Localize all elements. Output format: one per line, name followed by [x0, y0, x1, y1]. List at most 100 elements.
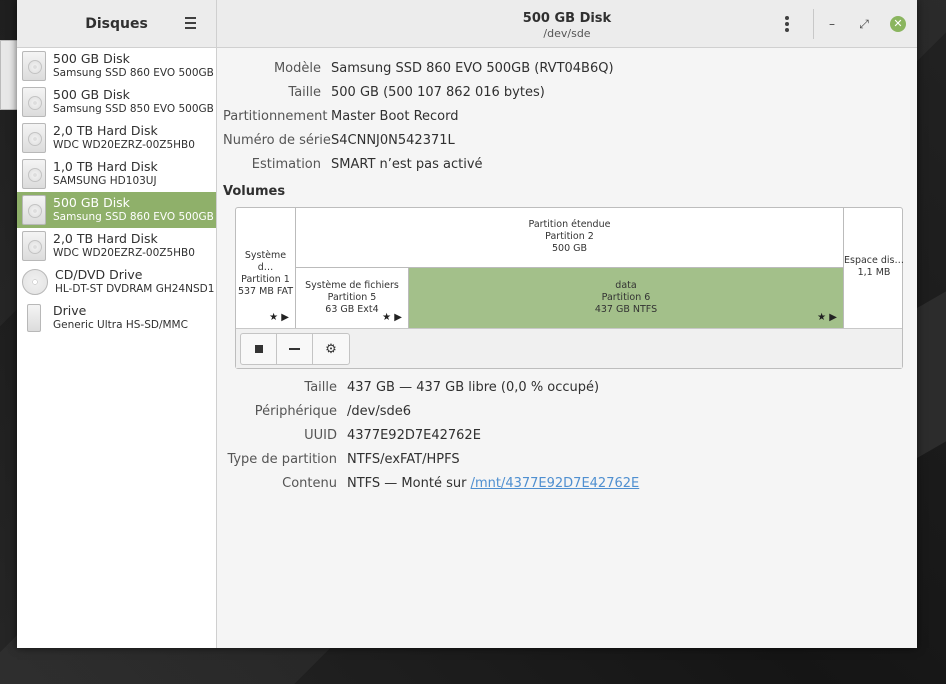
volume-toolbar: ⚙	[236, 328, 902, 368]
disk-content: Modèle Samsung SSD 860 EVO 500GB (RVT04B…	[217, 48, 917, 495]
maximize-icon[interactable]: ⤢	[857, 17, 871, 31]
contents-label: Contenu	[282, 475, 337, 491]
extended-partition-size: 500 GB	[551, 243, 588, 254]
assessment-value: SMART n’est pas activé	[331, 156, 483, 172]
device-model: Samsung SSD 850 EVO 500GB	[53, 103, 214, 115]
sidebar-header: Disques	[17, 0, 216, 48]
device-model: Samsung SSD 860 EVO 500GB	[53, 211, 214, 223]
header-bar: 500 GB Disk /dev/sde – ⤢ ✕	[217, 0, 917, 48]
partition-5-name: Partition 5	[327, 292, 377, 303]
partitioning-value: Master Boot Record	[331, 108, 459, 124]
serial-value: S4CNNJ0N542371L	[331, 132, 455, 148]
uuid-label: UUID	[304, 427, 337, 443]
device-item[interactable]: CD/DVD Drive HL-DT-ST DVDRAM GH24NSD1	[17, 264, 216, 300]
volume-actions: ⚙	[240, 333, 350, 365]
device-item[interactable]: Drive Generic Ultra HS-SD/MMC	[17, 300, 216, 336]
partition-5-block[interactable]: Système de fichiers Partition 5 63 GB Ex…	[296, 268, 409, 328]
device-item[interactable]: 500 GB Disk Samsung SSD 850 EVO 500GB	[17, 84, 216, 120]
device-list: 500 GB Disk Samsung SSD 860 EVO 500GB 500…	[17, 48, 216, 648]
device-item[interactable]: 1,0 TB Hard Disk SAMSUNG HD103UJ	[17, 156, 216, 192]
harddisk-icon	[22, 195, 46, 225]
device-model: HL-DT-ST DVDRAM GH24NSD1	[55, 283, 215, 295]
free-space-block[interactable]: Espace dis… 1,1 MB	[844, 208, 904, 328]
uuid-value: 4377E92D7E42762E	[347, 427, 481, 443]
device-item[interactable]: 2,0 TB Hard Disk WDC WD20EZRZ-00Z5HB0	[17, 228, 216, 264]
close-icon[interactable]: ✕	[890, 16, 906, 32]
device-name: 1,0 TB Hard Disk	[53, 160, 158, 174]
disk-path: /dev/sde	[543, 27, 591, 40]
extended-partition-name: Partition 2	[545, 231, 594, 242]
harddisk-icon	[22, 51, 46, 81]
partition-6-label: data	[615, 280, 637, 291]
mount-star-play-icon: ★ ▶	[817, 312, 837, 323]
partition-1-size: 537 MB FAT	[237, 286, 294, 297]
device-name: CD/DVD Drive	[55, 268, 143, 282]
mount-point-link[interactable]: /mnt/4377E92D7E42762E	[471, 476, 640, 491]
contents-value: NTFS — Monté sur /mnt/4377E92D7E42762E	[347, 476, 639, 491]
assessment-label: Estimation	[251, 156, 321, 172]
partition-details: Taille 437 GB — 437 GB libre (0,0 % occu…	[223, 375, 911, 495]
mount-star-play-icon: ★ ▶	[382, 312, 402, 323]
model-label: Modèle	[273, 60, 321, 76]
partition-size-row: Taille 437 GB — 437 GB libre (0,0 % occu…	[223, 375, 911, 399]
partition-type-row: Type de partition NTFS/exFAT/HPFS	[223, 447, 911, 471]
device-label: Périphérique	[254, 403, 337, 419]
device-name: 500 GB Disk	[53, 196, 130, 210]
size-value: 500 GB (500 107 862 016 bytes)	[331, 84, 545, 100]
drive-options-icon[interactable]	[785, 16, 789, 34]
partitioning-label: Partitionnement	[223, 108, 328, 124]
device-model: SAMSUNG HD103UJ	[53, 175, 157, 187]
partition-type-value: NTFS/exFAT/HPFS	[347, 451, 460, 467]
partition-settings-button[interactable]: ⚙	[313, 334, 349, 364]
device-model: Generic Ultra HS-SD/MMC	[53, 319, 188, 331]
device-item-selected[interactable]: 500 GB Disk Samsung SSD 860 EVO 500GB	[17, 192, 216, 228]
assessment-row: Estimation SMART n’est pas activé	[223, 152, 911, 176]
device-item[interactable]: 2,0 TB Hard Disk WDC WD20EZRZ-00Z5HB0	[17, 120, 216, 156]
device-name: Drive	[53, 304, 87, 318]
partition-1-block[interactable]: Système d… Partition 1 537 MB FAT ★ ▶	[236, 208, 296, 328]
model-value: Samsung SSD 860 EVO 500GB (RVT04B6Q)	[331, 60, 614, 76]
contents-row: Contenu NTFS — Monté sur /mnt/4377E92D7E…	[223, 471, 911, 495]
partition-1-fs: Système d…	[244, 250, 287, 273]
sidebar: Disques 500 GB Disk Samsung SSD 860 EVO 5…	[17, 0, 217, 648]
partition-size-value: 437 GB — 437 GB libre (0,0 % occupé)	[347, 379, 600, 395]
volume-map: Système d… Partition 1 537 MB FAT ★ ▶ Pa…	[236, 208, 904, 328]
extended-partition-title: Partition étendue	[528, 219, 611, 230]
size-row: Taille 500 GB (500 107 862 016 bytes)	[223, 80, 911, 104]
harddisk-icon	[22, 231, 46, 261]
partition-1-name: Partition 1	[241, 274, 290, 285]
partition-6-size: 437 GB NTFS	[594, 304, 658, 315]
harddisk-icon	[22, 159, 46, 189]
free-space-title: Espace dis…	[844, 255, 904, 266]
delete-partition-button[interactable]	[277, 334, 313, 364]
device-item[interactable]: 500 GB Disk Samsung SSD 860 EVO 500GB	[17, 48, 216, 84]
gears-icon: ⚙	[325, 341, 337, 357]
serial-label: Numéro de série	[223, 132, 331, 148]
hamburger-menu-icon[interactable]	[185, 17, 196, 29]
uuid-row: UUID 4377E92D7E42762E	[223, 423, 911, 447]
free-space-size: 1,1 MB	[857, 267, 891, 278]
partition-5-fs: Système de fichiers	[305, 280, 399, 291]
device-model: Samsung SSD 860 EVO 500GB	[53, 67, 214, 79]
disks-window: Disques 500 GB Disk Samsung SSD 860 EVO 5…	[17, 0, 917, 648]
stop-icon	[254, 345, 263, 353]
device-value: /dev/sde6	[347, 403, 411, 419]
app-title: Disques	[85, 15, 148, 32]
usb-drive-icon	[27, 304, 41, 332]
unmount-button[interactable]	[241, 334, 277, 364]
size-label: Taille	[288, 84, 321, 100]
minimize-icon[interactable]: –	[825, 17, 839, 31]
device-row: Périphérique /dev/sde6	[223, 399, 911, 423]
mount-star-play-icon: ★ ▶	[269, 312, 289, 323]
device-name: 2,0 TB Hard Disk	[53, 232, 158, 246]
optical-drive-icon	[22, 269, 48, 295]
volumes-panel: Système d… Partition 1 537 MB FAT ★ ▶ Pa…	[235, 207, 904, 369]
volumes-heading: Volumes	[223, 184, 286, 199]
partitioning-row: Partitionnement Master Boot Record	[223, 104, 911, 128]
partition-6-block-selected[interactable]: data Partition 6 437 GB NTFS ★ ▶	[409, 268, 844, 328]
extended-partition-block[interactable]: Partition étendue Partition 2 500 GB	[296, 208, 844, 268]
device-name: 2,0 TB Hard Disk	[53, 124, 158, 138]
background-window-edge	[0, 40, 18, 110]
device-model: WDC WD20EZRZ-00Z5HB0	[53, 139, 195, 151]
device-name: 500 GB Disk	[53, 88, 130, 102]
